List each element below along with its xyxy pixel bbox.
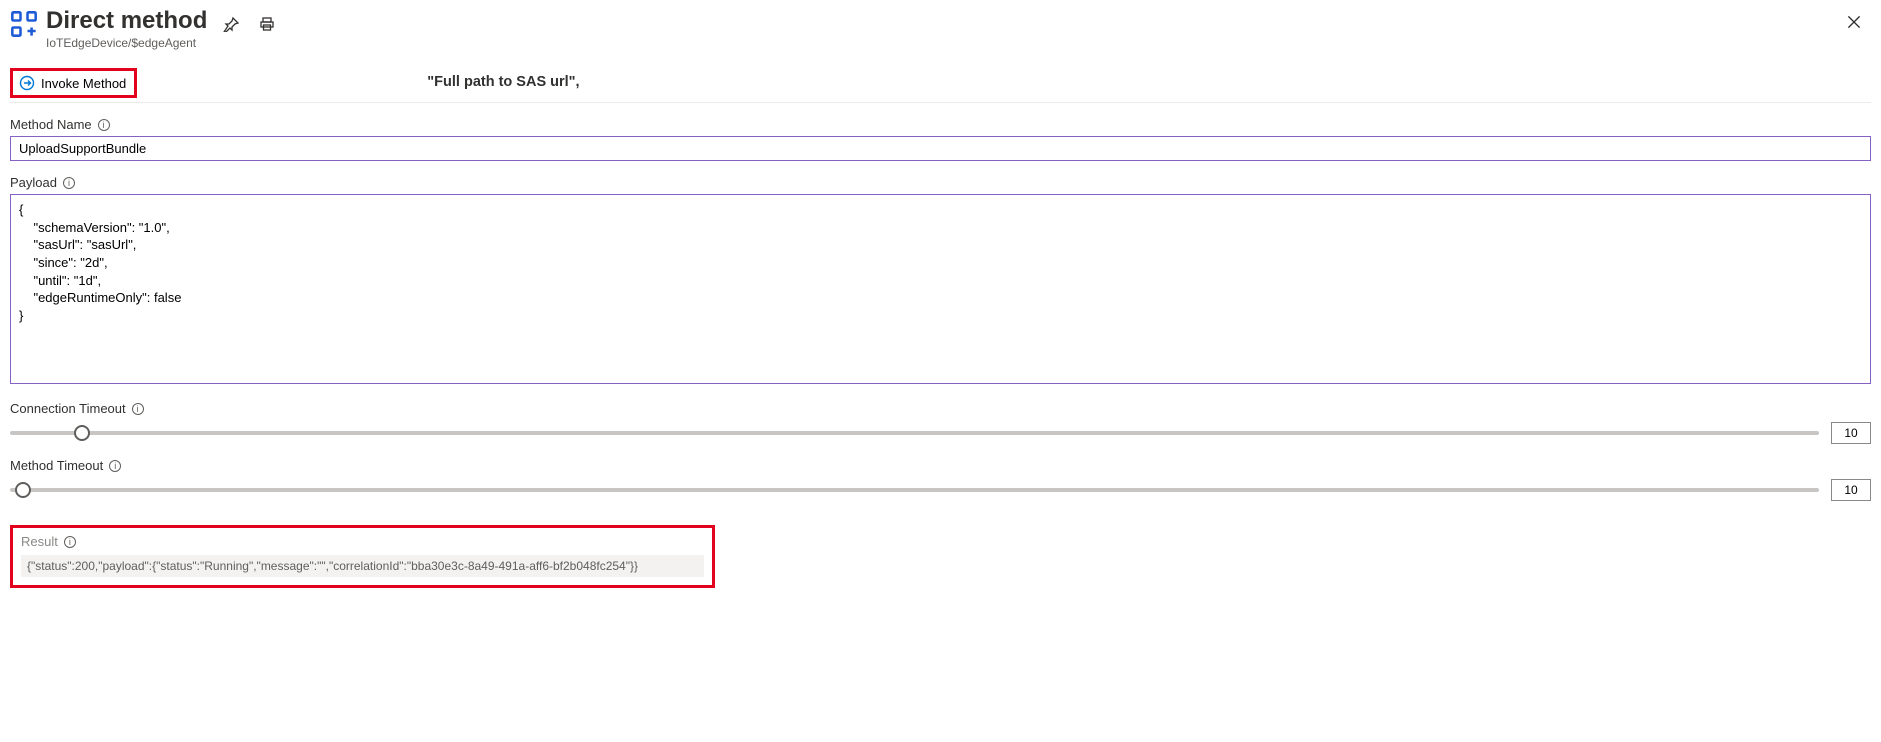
- stray-snippet-text: "Full path to SAS url",: [427, 74, 579, 90]
- breadcrumb: IoTEdgeDevice/$edgeAgent: [46, 36, 207, 50]
- connection-timeout-field: Connection Timeout i: [10, 401, 1871, 444]
- invoke-method-label: Invoke Method: [41, 76, 126, 91]
- payload-label: Payload: [10, 175, 57, 190]
- connection-timeout-value[interactable]: [1831, 422, 1871, 444]
- method-timeout-label: Method Timeout: [10, 458, 103, 473]
- info-icon[interactable]: i: [64, 536, 76, 548]
- method-timeout-field: Method Timeout i: [10, 458, 1871, 501]
- payload-input[interactable]: [10, 194, 1871, 384]
- command-bar: Invoke Method "Full path to SAS url",: [10, 68, 1871, 103]
- invoke-method-button[interactable]: Invoke Method: [10, 68, 137, 98]
- method-name-label: Method Name: [10, 117, 92, 132]
- info-icon[interactable]: i: [63, 177, 75, 189]
- result-output: {"status":200,"payload":{"status":"Runni…: [21, 555, 704, 577]
- result-label: Result: [21, 534, 58, 549]
- print-button[interactable]: [257, 14, 277, 37]
- method-name-field: Method Name i: [10, 117, 1871, 161]
- method-timeout-value[interactable]: [1831, 479, 1871, 501]
- info-icon[interactable]: i: [109, 460, 121, 472]
- devices-icon: [10, 8, 46, 41]
- pin-button[interactable]: [221, 14, 241, 37]
- blade-header: Direct method IoTEdgeDevice/$edgeAgent: [10, 8, 1871, 50]
- payload-field: Payload i: [10, 175, 1871, 387]
- info-icon[interactable]: i: [132, 403, 144, 415]
- connection-timeout-label: Connection Timeout: [10, 401, 126, 416]
- page-title: Direct method: [46, 8, 207, 34]
- connection-timeout-slider[interactable]: [10, 423, 1819, 443]
- info-icon[interactable]: i: [98, 119, 110, 131]
- method-name-input[interactable]: [10, 136, 1871, 161]
- result-region: Result i {"status":200,"payload":{"statu…: [10, 525, 715, 588]
- close-button[interactable]: [1839, 12, 1869, 35]
- method-timeout-slider[interactable]: [10, 480, 1819, 500]
